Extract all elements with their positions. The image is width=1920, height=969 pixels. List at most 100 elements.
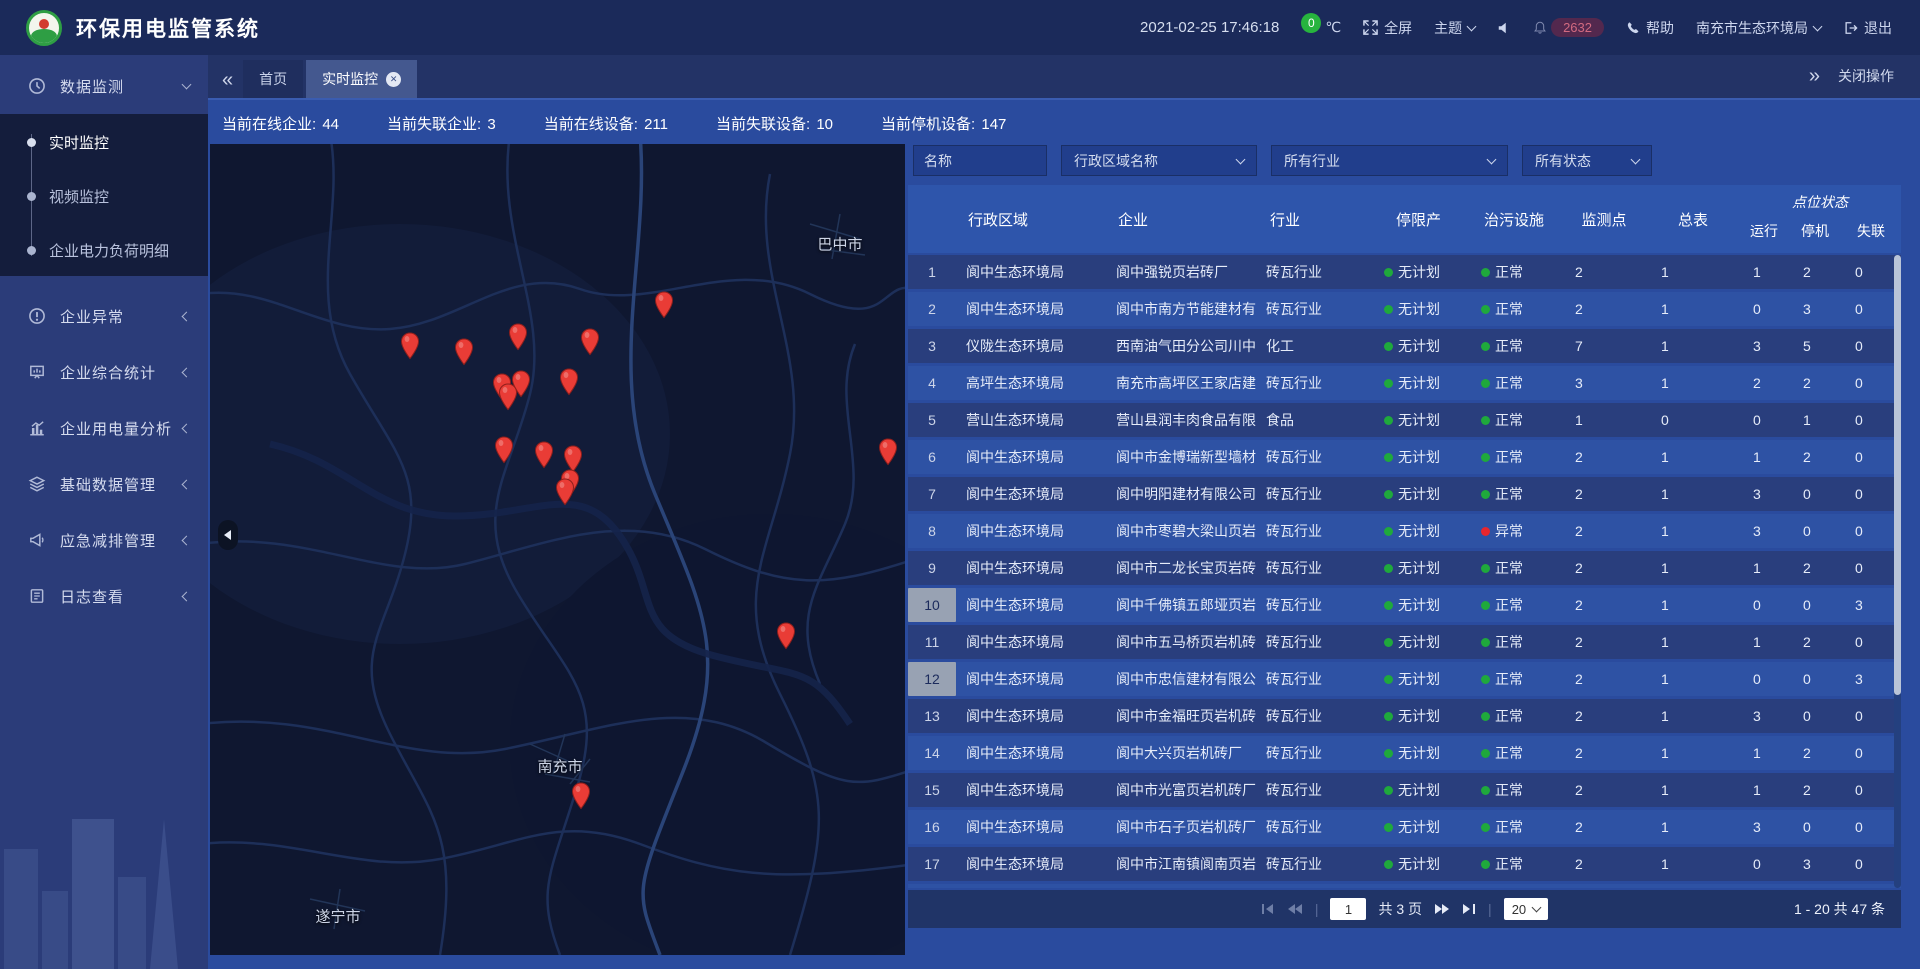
page-size-select[interactable]: 20 [1504,898,1548,920]
map-collapse-button[interactable] [218,520,238,550]
table-row[interactable]: 10阆中生态环境局阆中千佛镇五郎垭页岩砖瓦行业无计划正常21003 [908,588,1901,622]
map-pin-icon[interactable] [498,383,518,411]
sidebar-item[interactable]: 数据监测 [0,58,208,114]
table-row[interactable]: 16阆中生态环境局阆中市石子页岩机砖厂砖瓦行业无计划正常21300 [908,810,1901,844]
cell-meters [1647,884,1739,888]
sidebar-item[interactable]: 基础数据管理 [0,456,208,512]
cell-lost [1841,884,1901,888]
table-scrollbar[interactable] [1894,255,1901,888]
sidebar-menu: 数据监测实时监控视频监控企业电力负荷明细企业异常企业综合统计企业用电量分析基础数… [0,55,208,624]
help-button[interactable]: 帮助 [1626,18,1674,38]
table-row[interactable]: 18 [908,884,1901,888]
scrollbar-thumb[interactable] [1894,255,1901,695]
table-row[interactable]: 12阆中生态环境局阆中市忠信建材有限公砖瓦行业无计划正常21003 [908,662,1901,696]
cell-region: 阆中生态环境局 [956,477,1106,511]
table-row[interactable]: 14阆中生态环境局阆中大兴页岩机砖厂砖瓦行业无计划正常21120 [908,736,1901,770]
name-filter-input[interactable] [913,145,1047,176]
status-dot-icon [1481,675,1490,684]
cell-lost: 0 [1841,736,1901,770]
stat-label: 当前在线企业: [222,116,320,133]
table-row[interactable]: 7阆中生态环境局阆中明阳建材有限公司砖瓦行业无计划正常21300 [908,477,1901,511]
mute-button[interactable] [1497,21,1511,35]
sidebar-item[interactable]: 企业异常 [0,288,208,344]
table-row[interactable]: 1阆中生态环境局阆中强锐页岩砖厂砖瓦行业无计划正常21120 [908,255,1901,289]
sidebar-submenu: 实时监控视频监控企业电力负荷明细 [0,114,208,276]
page-number-input[interactable] [1330,898,1366,920]
tabs-scroll-left-icon[interactable]: « [208,70,243,98]
dot-icon [27,138,36,147]
org-dropdown[interactable]: 南充市生态环境局 [1696,18,1821,38]
table-row[interactable]: 17阆中生态环境局阆中市江南镇阆南页岩砖瓦行业无计划正常21030 [908,847,1901,881]
next-page-button[interactable] [1434,903,1450,915]
map-pin-icon[interactable] [400,332,420,360]
close-operations-button[interactable]: 关闭操作 [1830,66,1920,98]
cell-meters: 1 [1647,736,1739,770]
map-pin-icon[interactable] [776,622,796,650]
map-pin-icon[interactable] [559,368,579,396]
table-row[interactable]: 9阆中生态环境局阆中市二龙长宝页岩砖砖瓦行业无计划正常21120 [908,551,1901,585]
table-row[interactable]: 8阆中生态环境局阆中市枣碧大梁山页岩砖瓦行业无计划异常21300 [908,514,1901,548]
sidebar-subitem[interactable]: 企业电力负荷明细 [0,223,208,277]
cell-industry [1258,884,1370,888]
logout-button[interactable]: 退出 [1843,18,1892,38]
map-pin-icon[interactable] [654,291,674,319]
cell-stop: 0 [1789,588,1841,622]
map-pin-icon[interactable] [508,323,528,351]
map-pin-icon[interactable] [571,782,591,810]
status-filter-value: 所有状态 [1535,151,1591,171]
tab-实时监控[interactable]: 实时监控✕ [306,60,417,98]
chevron-down-icon [1631,154,1641,164]
cell-stop: 2 [1789,366,1841,400]
map-panel[interactable]: 巴中市南充市遂宁市 [210,144,905,955]
sidebar-item[interactable]: 日志查看 [0,568,208,624]
map-pin-icon[interactable] [534,441,554,469]
table-row[interactable]: 3仪陇生态环境局西南油气田分公司川中化工无计划正常71350 [908,329,1901,363]
first-page-button[interactable] [1261,903,1275,915]
industry-filter-select[interactable]: 所有行业 [1271,145,1508,176]
tab-close-icon[interactable]: ✕ [386,72,401,87]
table-row[interactable]: 4高坪生态环境局南充市高坪区王家店建砖瓦行业无计划正常31220 [908,366,1901,400]
cell-points: 2 [1561,588,1647,622]
status-dot-icon [1481,823,1490,832]
theme-label: 主题 [1434,18,1462,38]
row-index: 9 [908,551,956,585]
cell-company: 阆中明阳建材有限公司 [1106,477,1258,511]
last-page-button[interactable] [1462,903,1476,915]
map-pin-icon[interactable] [580,328,600,356]
map-pin-icon[interactable] [494,436,514,464]
table-row[interactable]: 15阆中生态环境局阆中市光富页岩机砖厂砖瓦行业无计划正常21120 [908,773,1901,807]
prev-page-button[interactable] [1287,903,1303,915]
cell-limit-status: 无计划 [1370,366,1467,400]
map-pin-icon[interactable] [878,438,898,466]
fullscreen-button[interactable]: 全屏 [1363,18,1412,38]
table-row[interactable]: 2阆中生态环境局阆中市南方节能建材有砖瓦行业无计划正常21030 [908,292,1901,326]
table-row[interactable]: 5营山生态环境局营山县润丰肉食品有限食品无计划正常10010 [908,403,1901,437]
sidebar-subitem[interactable]: 视频监控 [0,169,208,223]
status-filter-select[interactable]: 所有状态 [1522,145,1652,176]
sidebar-item[interactable]: 企业用电量分析 [0,400,208,456]
region-filter-select[interactable]: 行政区域名称 [1061,145,1257,176]
row-index: 4 [908,366,956,400]
app-root: 环保用电监管系统 2021-02-25 17:46:18 0 ℃ 全屏 主题 2… [0,0,1920,969]
cell-company: 阆中千佛镇五郎垭页岩 [1106,588,1258,622]
tabs-scroll-right-icon[interactable]: » [1795,66,1830,98]
cell-meters: 1 [1647,477,1739,511]
status-dot-icon [1384,490,1393,499]
sidebar-item[interactable]: 应急减排管理 [0,512,208,568]
cell-lost: 0 [1841,329,1901,363]
theme-dropdown[interactable]: 主题 [1434,18,1475,38]
table-row[interactable]: 6阆中生态环境局阆中市金博瑞新型墙材砖瓦行业无计划正常21120 [908,440,1901,474]
cell-limit-status [1370,884,1467,888]
status-dot-icon [1384,749,1393,758]
fullscreen-icon [1363,20,1378,35]
sidebar-item[interactable]: 企业综合统计 [0,344,208,400]
tab-首页[interactable]: 首页 [243,60,303,98]
tab-label: 首页 [259,69,287,89]
map-city-label: 巴中市 [817,234,862,255]
map-pin-icon[interactable] [454,338,474,366]
notification-widget[interactable]: 2632 [1533,18,1604,37]
map-pin-icon[interactable] [555,478,575,506]
sidebar-subitem[interactable]: 实时监控 [0,115,208,169]
table-row[interactable]: 11阆中生态环境局阆中市五马桥页岩机砖砖瓦行业无计划正常21120 [908,625,1901,659]
table-row[interactable]: 13阆中生态环境局阆中市金福旺页岩机砖砖瓦行业无计划正常21300 [908,699,1901,733]
